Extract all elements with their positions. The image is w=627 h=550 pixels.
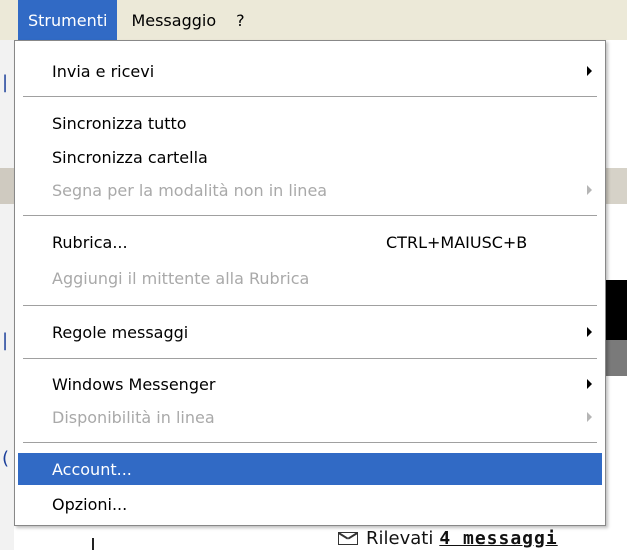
menu-item-regole-messaggi[interactable]: Regole messaggi [18,316,602,348]
menu-item-label: Sincronizza tutto [52,113,187,133]
menu-item-disponibilita-in-linea: Disponibilità in linea [18,401,602,433]
menu-help[interactable]: ? [226,0,255,40]
background-toolbar-band-right [606,168,627,204]
menu-item-label: Invia e ricevi [52,61,155,81]
menu-item-invia-e-ricevi[interactable]: Invia e ricevi [18,55,602,87]
menu-bar: Strumenti Messaggio ? [0,0,627,40]
menu-item-opzioni[interactable]: Opzioni... [18,488,602,520]
menu-item-sincronizza-tutto[interactable]: Sincronizza tutto [18,107,602,139]
app-window: | | ( Rilevati 4 messaggi Strumenti Mess… [0,0,627,550]
menu-messaggio[interactable]: Messaggio [117,0,226,40]
menu-item-shortcut: CTRL+MAIUSC+B [386,232,528,252]
background-toolbar-band-left [0,168,14,204]
menu-item-label: Regole messaggi [52,322,189,342]
submenu-arrow-icon [587,327,592,337]
menu-item-windows-messenger[interactable]: Windows Messenger [18,368,602,400]
background-divider [92,538,94,550]
menu-item-label: Aggiungi il mittente alla Rubrica [52,268,310,288]
submenu-arrow-icon [587,185,592,195]
menu-separator [23,305,597,307]
menu-item-segna-non-in-linea: Segna per la modalità non in linea [18,174,602,206]
background-selected-row [606,280,627,340]
menu-item-account[interactable]: Account... [18,453,602,485]
background-panel-left [0,40,14,550]
menu-item-aggiungi-mittente: Aggiungi il mittente alla Rubrica [18,262,602,294]
menu-item-label: Segna per la modalità non in linea [52,180,328,200]
menu-separator [23,215,597,217]
menu-item-sincronizza-cartella[interactable]: Sincronizza cartella [18,141,602,173]
status-message-count-link[interactable]: 4 messaggi [439,528,557,549]
status-bar-message: Rilevati 4 messaggi [338,526,558,550]
menu-item-label: Disponibilità in linea [52,407,215,427]
background-fragment: ( [2,448,10,469]
menu-strumenti[interactable]: Strumenti [18,0,118,40]
menu-item-label: Account... [52,459,132,479]
menu-separator [23,442,597,444]
status-text: Rilevati [366,527,434,549]
menu-item-rubrica[interactable]: Rubrica... CTRL+MAIUSC+B [18,226,602,258]
strumenti-dropdown-menu: Invia e ricevi Sincronizza tutto Sincron… [14,40,606,526]
background-fragment: | [2,72,9,93]
submenu-arrow-icon [587,379,592,389]
menu-item-label: Windows Messenger [52,374,216,394]
envelope-icon [338,531,358,545]
menu-item-label: Opzioni... [52,494,128,514]
submenu-arrow-icon [587,66,592,76]
background-fragment: | [2,330,9,351]
menu-item-label: Rubrica... [52,232,128,252]
menu-separator [23,358,597,360]
submenu-arrow-icon [587,412,592,422]
menu-separator [23,96,597,98]
background-row [606,340,627,376]
menu-item-label: Sincronizza cartella [52,147,208,167]
